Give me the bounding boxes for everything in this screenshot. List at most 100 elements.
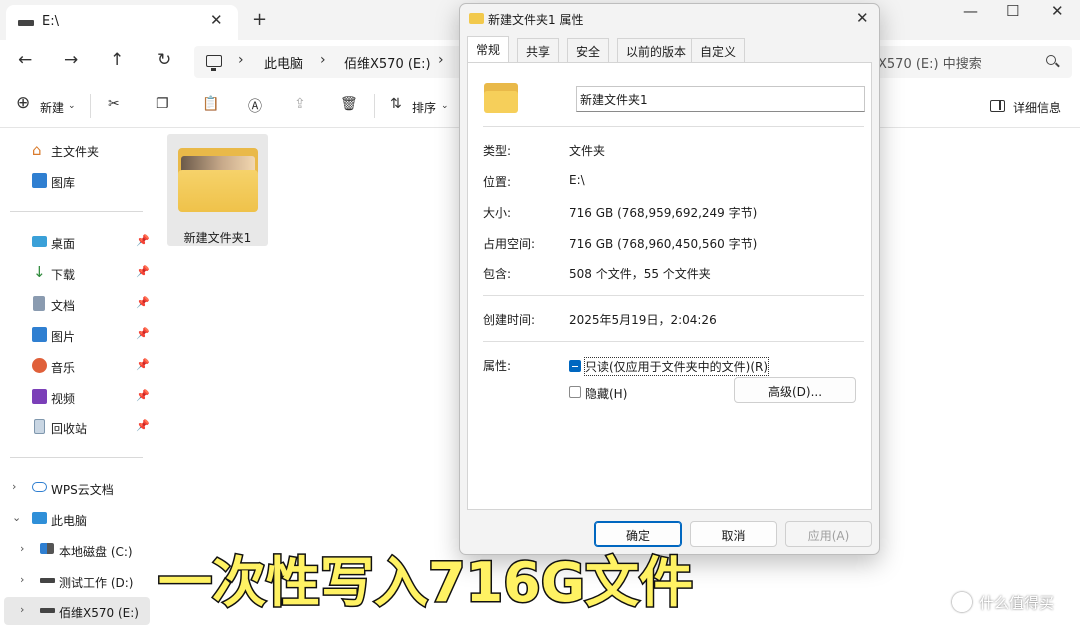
hidden-label[interactable]: 隐藏(H) [585, 385, 627, 402]
sidebar-item-home[interactable]: ⌂ 主文件夹 [0, 136, 152, 164]
sidebar-item-music[interactable]: 音乐 📌 [0, 352, 152, 380]
details-pane-icon[interactable] [990, 100, 1005, 112]
video-caption: 一次性写入716G文件 [156, 550, 694, 616]
video-icon [32, 389, 47, 404]
drive-icon [18, 20, 34, 26]
chevron-right-icon[interactable]: › [20, 603, 24, 616]
sidebar-item-label: 主文件夹 [51, 145, 100, 159]
pin-icon[interactable]: 📌 [136, 358, 150, 371]
section-divider [483, 341, 864, 342]
sidebar-divider [10, 457, 143, 458]
pin-icon[interactable]: 📌 [136, 327, 150, 340]
folder-name-field[interactable]: 新建文件夹1 [576, 86, 865, 112]
folder-icon-front [178, 170, 258, 212]
up-arrow-icon[interactable]: ↑ [110, 50, 124, 70]
close-icon[interactable]: ✕ [856, 9, 869, 27]
plus-icon[interactable]: ⊕ [16, 93, 30, 113]
tab-customize[interactable]: 自定义 [691, 38, 746, 62]
refresh-icon[interactable]: ↻ [157, 50, 171, 70]
tab-security[interactable]: 安全 [567, 38, 610, 62]
general-tab-panel: 新建文件夹1 类型: 文件夹 位置: E:\ 大小: 716 GB (768,9… [467, 62, 872, 510]
back-arrow-icon[interactable]: ← [18, 50, 32, 70]
watermark-logo-icon [952, 592, 972, 612]
advanced-button[interactable]: 高级(D)... [734, 377, 856, 403]
sidebar-item-this-pc[interactable]: ⌄ 此电脑 [0, 505, 152, 533]
created-label: 创建时间: [483, 313, 536, 327]
hidden-checkbox[interactable] [569, 386, 581, 398]
tab-general[interactable]: 常规 [467, 36, 510, 63]
chevron-down-icon[interactable]: ⌄ [441, 101, 449, 111]
navigation-pane: ⌂ 主文件夹 图库 桌面 📌 ↓ 下载 📌 文档 📌 图片 📌 音乐 📌 视频 … [0, 128, 152, 625]
chevron-down-icon[interactable]: ⌄ [12, 511, 21, 524]
pin-icon[interactable]: 📌 [136, 389, 150, 402]
sidebar-item-label: 回收站 [51, 422, 88, 436]
sidebar-item-desktop[interactable]: 桌面 📌 [0, 228, 152, 256]
readonly-checkbox[interactable] [569, 360, 581, 372]
chevron-right-icon[interactable]: › [20, 573, 24, 586]
breadcrumb-drive-e[interactable]: 佰维X570 (E:) [344, 53, 431, 72]
details-button-label[interactable]: 详细信息 [1013, 99, 1061, 116]
pin-icon[interactable]: 📌 [136, 419, 150, 432]
sidebar-item-pictures[interactable]: 图片 📌 [0, 321, 152, 349]
cancel-button[interactable]: 取消 [690, 521, 777, 547]
sidebar-item-drive-e[interactable]: › 佰维X570 (E:) [4, 597, 150, 625]
document-icon [33, 296, 45, 311]
sidebar-divider [10, 211, 143, 212]
tab-sharing[interactable]: 共享 [517, 38, 560, 62]
paste-icon[interactable]: 📋 [202, 96, 219, 112]
new-tab-icon[interactable]: + [252, 9, 267, 30]
chevron-right-icon[interactable]: › [20, 542, 24, 555]
rename-icon[interactable]: Ⓐ [248, 96, 262, 116]
chevron-down-icon[interactable]: ⌄ [68, 101, 76, 111]
pin-icon[interactable]: 📌 [136, 296, 150, 309]
folder-icon [469, 13, 484, 24]
sidebar-item-drive-d[interactable]: › 测试工作 (D:) [0, 567, 152, 595]
minimize-icon[interactable]: — [963, 2, 978, 20]
monitor-icon [32, 512, 47, 524]
chevron-right-icon: › [438, 52, 444, 68]
copy-icon[interactable]: ❐ [156, 96, 169, 112]
sidebar-item-videos[interactable]: 视频 📌 [0, 383, 152, 411]
sidebar-item-documents[interactable]: 文档 📌 [0, 290, 152, 318]
tab-previous-versions[interactable]: 以前的版本 [617, 38, 696, 62]
pin-icon[interactable]: 📌 [136, 265, 150, 278]
new-button-label[interactable]: 新建 [40, 99, 64, 116]
dialog-title: 新建文件夹1 属性 [488, 13, 584, 27]
cut-icon[interactable]: ✂ [108, 96, 120, 112]
properties-dialog: 新建文件夹1 属性 ✕ 常规 共享 安全 以前的版本 自定义 新建文件夹1 类型… [459, 3, 880, 555]
sidebar-item-label: 下载 [51, 268, 76, 282]
breadcrumb[interactable]: › 此电脑 › 佰维X570 (E:) › [194, 46, 464, 78]
sidebar-item-gallery[interactable]: 图库 [0, 167, 152, 195]
sidebar-item-downloads[interactable]: ↓ 下载 📌 [0, 259, 152, 287]
apply-button[interactable]: 应用(A) [785, 521, 872, 547]
close-window-icon[interactable]: ✕ [1051, 2, 1064, 20]
sidebar-item-recycle-bin[interactable]: 回收站 📌 [0, 413, 152, 441]
sidebar-item-drive-c[interactable]: › 本地磁盘 (C:) [0, 536, 152, 564]
section-divider [483, 295, 864, 296]
delete-icon[interactable]: 🗑 [340, 96, 358, 112]
contains-value: 508 个文件，55 个文件夹 [569, 267, 711, 281]
sidebar-item-label: 文档 [51, 299, 76, 313]
explorer-tab[interactable]: E:\ ✕ [6, 5, 238, 40]
type-label: 类型: [483, 144, 512, 158]
readonly-label[interactable]: 只读(仅应用于文件夹中的文件)(R) [583, 357, 770, 376]
folder-name: 新建文件夹1 [183, 231, 252, 245]
maximize-icon[interactable]: ☐ [1006, 2, 1019, 20]
watermark-text: 什么值得买 [979, 594, 1055, 612]
sort-button-label[interactable]: 排序 [412, 99, 436, 116]
sidebar-item-label: 图库 [51, 176, 76, 190]
folder-item[interactable]: 新建文件夹1 [167, 134, 268, 246]
pin-icon[interactable]: 📌 [136, 234, 150, 247]
sidebar-item-wps-cloud[interactable]: › WPS云文档 [0, 474, 152, 502]
sort-icon[interactable]: ⇅ [390, 96, 402, 112]
gallery-icon [32, 173, 47, 188]
tab-close-icon[interactable]: ✕ [210, 11, 223, 29]
chevron-right-icon[interactable]: › [12, 480, 16, 493]
contains-label: 包含: [483, 267, 512, 281]
breadcrumb-this-pc[interactable]: 此电脑 [264, 53, 303, 72]
share-icon[interactable]: ⇪ [294, 96, 306, 112]
created-value: 2025年5月19日，2:04:26 [569, 313, 717, 327]
search-placeholder: X570 (E:) 中搜索 [878, 57, 982, 72]
sidebar-item-label: 桌面 [51, 237, 76, 251]
forward-arrow-icon[interactable]: → [64, 50, 78, 70]
